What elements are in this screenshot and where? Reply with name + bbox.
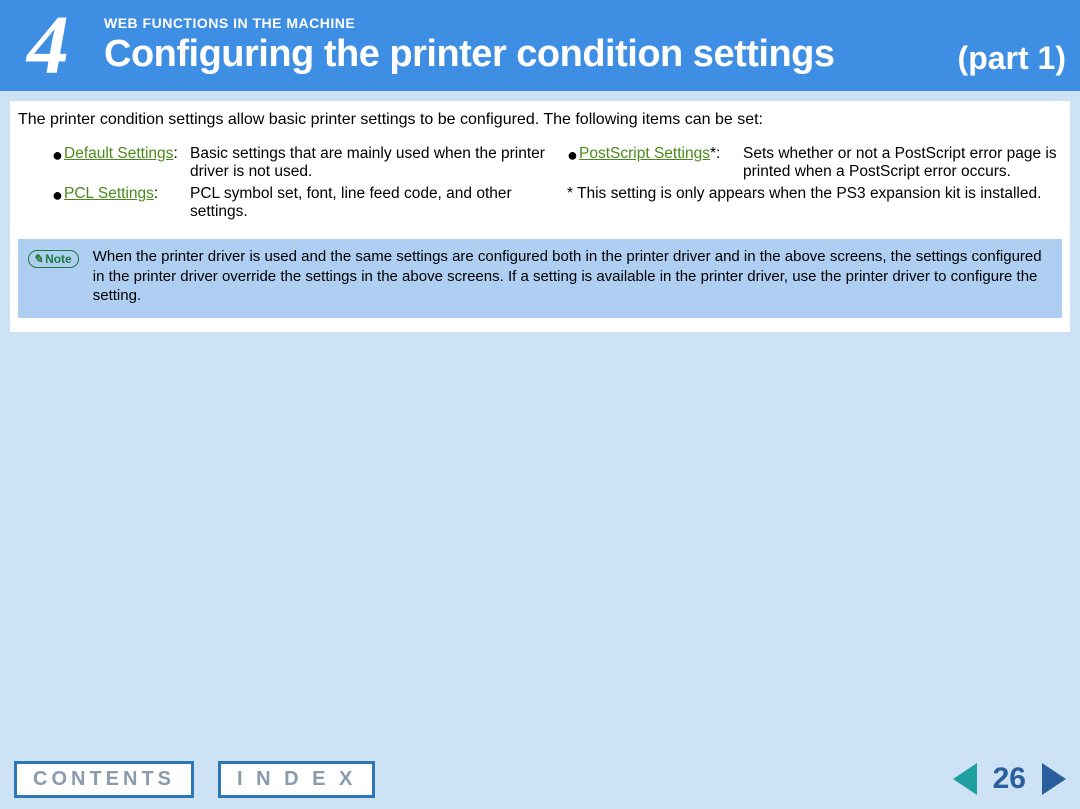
term-suffix: : xyxy=(154,185,158,202)
header-text-block: WEB FUNCTIONS IN THE MACHINE Configuring… xyxy=(96,0,1080,91)
part-label: (part 1) xyxy=(958,40,1066,77)
document-page: 4 WEB FUNCTIONS IN THE MACHINE Configuri… xyxy=(0,0,1080,809)
page-number: 26 xyxy=(993,762,1026,796)
pcl-settings-link[interactable]: PCL Settings xyxy=(64,185,154,202)
list-item: ● PCL Settings: PCL symbol set, font, li… xyxy=(52,185,547,221)
footnote-star: * xyxy=(567,185,577,203)
chapter-number-value: 4 xyxy=(27,4,69,88)
term-suffix: : xyxy=(716,145,720,162)
term-suffix: : xyxy=(173,145,177,162)
section-label: WEB FUNCTIONS IN THE MACHINE xyxy=(104,15,1080,31)
contents-button[interactable]: CONTENTS xyxy=(14,761,194,798)
footer-right: 26 xyxy=(953,762,1066,796)
item-description: PCL symbol set, font, line feed code, an… xyxy=(190,185,547,221)
item-term: Default Settings: xyxy=(64,145,184,181)
item-description: Basic settings that are mainly used when… xyxy=(190,145,547,181)
note-badge-label: Note xyxy=(45,252,72,266)
note-badge: ✎Note xyxy=(28,250,79,268)
bullet-icon: ● xyxy=(52,185,64,221)
settings-columns: ● Default Settings: Basic settings that … xyxy=(52,145,1062,225)
footnote: * This setting is only appears when the … xyxy=(567,185,1062,203)
index-button[interactable]: I N D E X xyxy=(218,761,375,798)
note-box: ✎Note When the printer driver is used an… xyxy=(18,239,1062,318)
bullet-icon: ● xyxy=(567,145,579,181)
footnote-text: This setting is only appears when the PS… xyxy=(577,185,1041,203)
postscript-settings-link[interactable]: PostScript Settings xyxy=(579,145,710,162)
prev-page-icon[interactable] xyxy=(953,763,977,795)
footer-left: CONTENTS I N D E X xyxy=(14,761,375,798)
item-description: Sets whether or not a PostScript error p… xyxy=(743,145,1062,181)
chapter-number: 4 xyxy=(0,0,96,91)
default-settings-link[interactable]: Default Settings xyxy=(64,145,173,162)
left-column: ● Default Settings: Basic settings that … xyxy=(52,145,547,225)
item-term: PostScript Settings*: xyxy=(579,145,737,181)
note-text: When the printer driver is used and the … xyxy=(93,247,1052,306)
note-icon: ✎ xyxy=(33,252,43,266)
page-header: 4 WEB FUNCTIONS IN THE MACHINE Configuri… xyxy=(0,0,1080,91)
page-footer: CONTENTS I N D E X 26 xyxy=(0,749,1080,809)
right-column: ● PostScript Settings*: Sets whether or … xyxy=(567,145,1062,225)
list-item: ● Default Settings: Basic settings that … xyxy=(52,145,547,181)
list-item: ● PostScript Settings*: Sets whether or … xyxy=(567,145,1062,181)
next-page-icon[interactable] xyxy=(1042,763,1066,795)
bullet-icon: ● xyxy=(52,145,64,181)
item-term: PCL Settings: xyxy=(64,185,184,221)
content-area: The printer condition settings allow bas… xyxy=(10,101,1070,332)
intro-text: The printer condition settings allow bas… xyxy=(18,111,1062,129)
page-title: Configuring the printer condition settin… xyxy=(104,33,1080,76)
